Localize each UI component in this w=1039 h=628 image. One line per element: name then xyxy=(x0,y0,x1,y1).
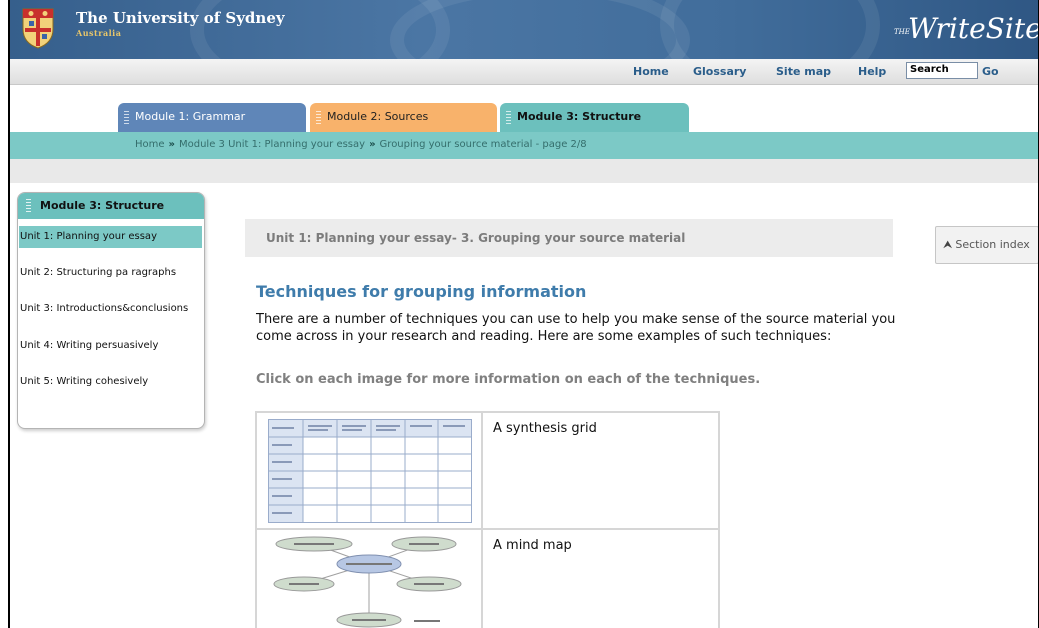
banner-decoration xyxy=(390,0,690,59)
breadcrumb-separator: » xyxy=(168,139,175,150)
university-subtitle: Australia xyxy=(76,28,122,38)
sidebar-title: Module 3: Structure xyxy=(18,193,204,219)
banner-decoration xyxy=(660,0,880,59)
page-heading: Techniques for grouping information xyxy=(256,282,587,301)
tab-label: Module 1: Grammar xyxy=(135,110,246,123)
breadcrumb-current-page: Grouping your source material - page 2/8 xyxy=(379,139,587,150)
sidebar-title-text: Module 3: Structure xyxy=(40,199,165,212)
top-navigation: Home Glossary Site map Help Search Go xyxy=(10,59,1039,85)
tab-label: Module 2: Sources xyxy=(327,110,429,123)
breadcrumb-bar: Home» Module 3 Unit 1: Planning your essa… xyxy=(10,132,1039,159)
tab-module-sources[interactable]: Module 2: Sources xyxy=(310,103,497,132)
section-index-button[interactable]: ⮝ Section index xyxy=(935,226,1039,264)
content-divider xyxy=(10,159,1039,183)
search-input[interactable]: Search xyxy=(906,62,978,79)
module-sidebar: Module 3: Structure Unit 1: Planning you… xyxy=(17,192,205,429)
sidebar-item-unit-3[interactable]: Unit 3: Introductions&conclusions xyxy=(19,298,202,320)
window-border xyxy=(8,0,10,628)
mind-map-thumbnail-icon[interactable] xyxy=(264,534,474,628)
instruction-text: Click on each image for more information… xyxy=(256,372,761,387)
nav-help-link[interactable]: Help xyxy=(858,65,886,78)
grip-icon xyxy=(316,111,321,125)
tab-module-grammar[interactable]: Module 1: Grammar xyxy=(118,103,306,132)
sidebar-item-unit-4[interactable]: Unit 4: Writing persuasively xyxy=(19,335,202,357)
table-cell xyxy=(257,413,483,530)
techniques-table: A synthesis grid A mind map xyxy=(255,411,720,628)
table-cell: A mind map xyxy=(483,530,718,628)
intro-paragraph: There are a number of techniques you can… xyxy=(256,312,896,344)
nav-glossary-link[interactable]: Glossary xyxy=(693,65,746,78)
nav-sitemap-link[interactable]: Site map xyxy=(776,65,831,78)
university-name[interactable]: The University of Sydney xyxy=(76,9,285,27)
breadcrumb-separator: » xyxy=(369,139,376,150)
grip-icon xyxy=(506,111,511,125)
technique-label-mind-map: A mind map xyxy=(493,538,572,553)
breadcrumb: Home» Module 3 Unit 1: Planning your essa… xyxy=(135,139,587,150)
university-crest-icon[interactable] xyxy=(20,5,56,49)
tab-module-structure[interactable]: Module 3: Structure xyxy=(500,103,689,132)
section-index-label: Section index xyxy=(955,238,1030,251)
unit-title: Unit 1: Planning your essay- 3. Grouping… xyxy=(266,231,686,245)
nav-home-link[interactable]: Home xyxy=(633,65,669,78)
search-go-button[interactable]: Go xyxy=(982,65,999,78)
technique-label-synthesis-grid: A synthesis grid xyxy=(493,421,597,436)
unit-title-bar: Unit 1: Planning your essay- 3. Grouping… xyxy=(245,219,893,257)
breadcrumb-module-link[interactable]: Module 3 Unit 1: Planning your essay xyxy=(179,139,365,150)
breadcrumb-home-link[interactable]: Home xyxy=(135,139,165,150)
up-arrow-icon: ⮝ xyxy=(943,238,953,251)
sidebar-item-unit-5[interactable]: Unit 5: Writing cohesively xyxy=(19,371,202,393)
grip-icon xyxy=(124,111,129,125)
table-cell xyxy=(257,530,483,628)
sidebar-item-unit-1[interactable]: Unit 1: Planning your essay xyxy=(19,226,202,248)
synthesis-grid-thumbnail-icon[interactable] xyxy=(268,419,472,523)
writesite-logo[interactable]: WriteSite xyxy=(908,12,1039,45)
sidebar-item-unit-2[interactable]: Unit 2: Structuring pa ragraphs xyxy=(19,262,202,284)
grip-icon xyxy=(26,199,31,213)
site-banner: The University of Sydney Australia THE W… xyxy=(10,0,1039,59)
tab-label: Module 3: Structure xyxy=(517,110,642,123)
table-cell: A synthesis grid xyxy=(483,413,718,530)
